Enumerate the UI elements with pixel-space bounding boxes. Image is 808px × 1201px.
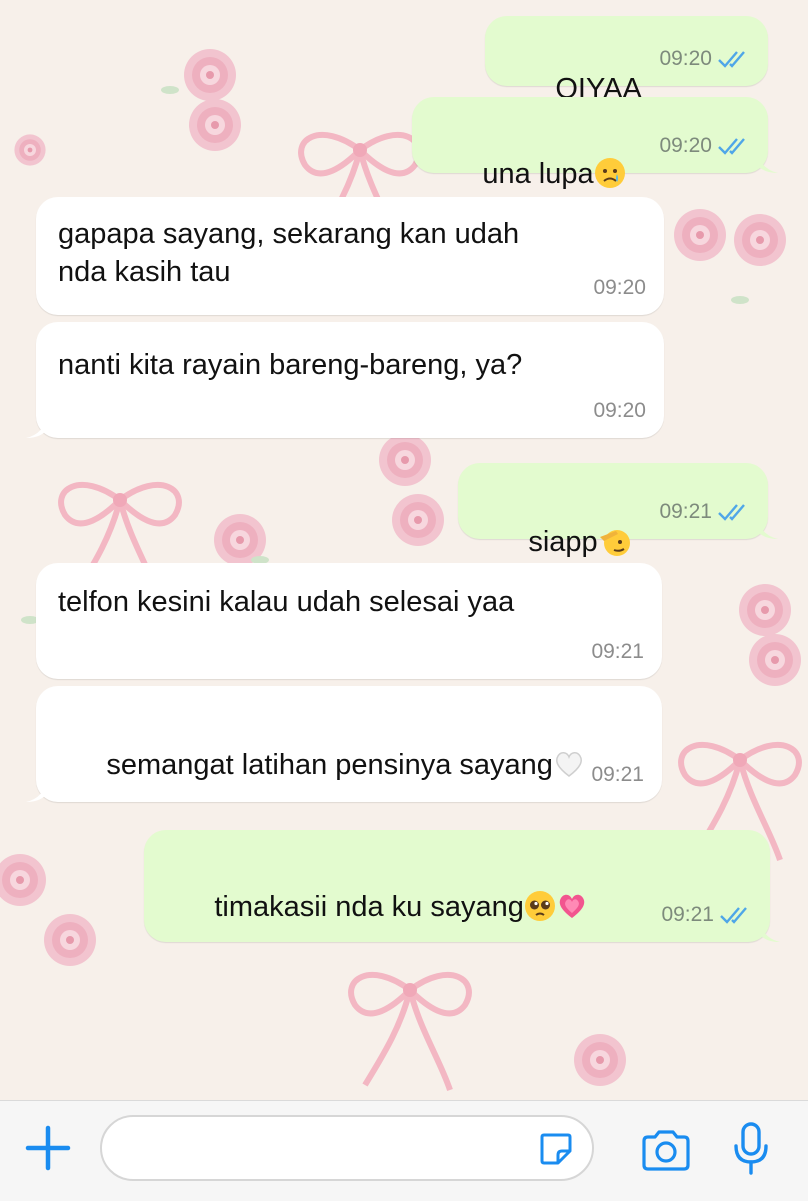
message-time: 09:20: [593, 399, 646, 422]
message-meta: 09:20: [593, 392, 646, 430]
message-meta: 09:21: [661, 896, 752, 934]
message-time: 09:20: [659, 47, 712, 70]
message-text: semangat latihan pensinya sayang: [106, 749, 553, 781]
message-bubble-outgoing[interactable]: timakasii nda ku sayang 09:21: [144, 830, 780, 942]
bubble-tail: [756, 149, 778, 173]
pleading-face-emoji: [524, 891, 555, 921]
plus-icon[interactable]: [24, 1124, 72, 1172]
read-ticks-icon: [718, 51, 745, 68]
message-time: 09:21: [661, 903, 714, 926]
bubble-tail: [758, 918, 780, 942]
message-time: 09:21: [659, 500, 712, 523]
message-time: 09:21: [591, 640, 644, 663]
message-bubble-incoming[interactable]: gapapa sayang, sekarang kan udah nda kas…: [36, 197, 664, 315]
message-meta: 09:20: [593, 269, 646, 307]
message-text: timakasii nda ku sayang: [214, 891, 524, 923]
message-input-bar: [0, 1100, 808, 1201]
message-meta: 09:21: [659, 493, 750, 531]
message-bubble-outgoing[interactable]: siapp 09:21: [458, 463, 778, 558]
message-meta: 09:21: [591, 756, 644, 794]
message-input-field[interactable]: [100, 1115, 594, 1181]
read-ticks-icon: [720, 907, 747, 924]
white-heart-emoji: [555, 752, 582, 777]
message-text: siapp: [528, 526, 598, 558]
read-ticks-icon: [718, 504, 745, 521]
camera-icon[interactable]: [640, 1129, 692, 1171]
message-time: 09:20: [593, 276, 646, 299]
crying-face-emoji: [594, 158, 625, 188]
message-text: nanti kita rayain bareng-bareng, ya?: [58, 349, 523, 381]
sticker-icon[interactable]: [538, 1131, 574, 1167]
saluting-face-emoji: [599, 530, 630, 556]
message-text: telfon kesini kalau udah selesai yaa: [58, 586, 515, 618]
message-meta: 09:21: [591, 633, 644, 671]
bubble-tail: [26, 778, 48, 802]
message-bubble-outgoing[interactable]: OIYAA 09:20: [485, 16, 768, 105]
read-ticks-icon: [718, 138, 745, 155]
bubble-tail: [756, 515, 778, 539]
message-text: gapapa sayang, sekarang kan udah nda kas…: [58, 218, 520, 288]
message-input[interactable]: [122, 1127, 526, 1171]
message-bubble-incoming[interactable]: semangat latihan pensinya sayang 09:21: [26, 686, 662, 802]
message-meta: 09:20: [659, 40, 750, 78]
bubble-tail: [26, 414, 48, 438]
message-bubble-incoming[interactable]: telfon kesini kalau udah selesai yaa 09:…: [36, 563, 662, 679]
microphone-icon[interactable]: [732, 1121, 770, 1177]
message-time: 09:21: [591, 763, 644, 786]
growing-heart-emoji: [559, 894, 585, 918]
message-time: 09:20: [659, 134, 712, 157]
message-list[interactable]: OIYAA 09:20 una lupa 09:20 gapapa sayang…: [0, 0, 808, 1100]
message-meta: 09:20: [659, 127, 750, 165]
message-bubble-incoming[interactable]: nanti kita rayain bareng-bareng, ya? 09:…: [26, 322, 664, 438]
message-text: una lupa: [482, 158, 594, 190]
message-bubble-outgoing[interactable]: una lupa 09:20: [412, 97, 778, 190]
